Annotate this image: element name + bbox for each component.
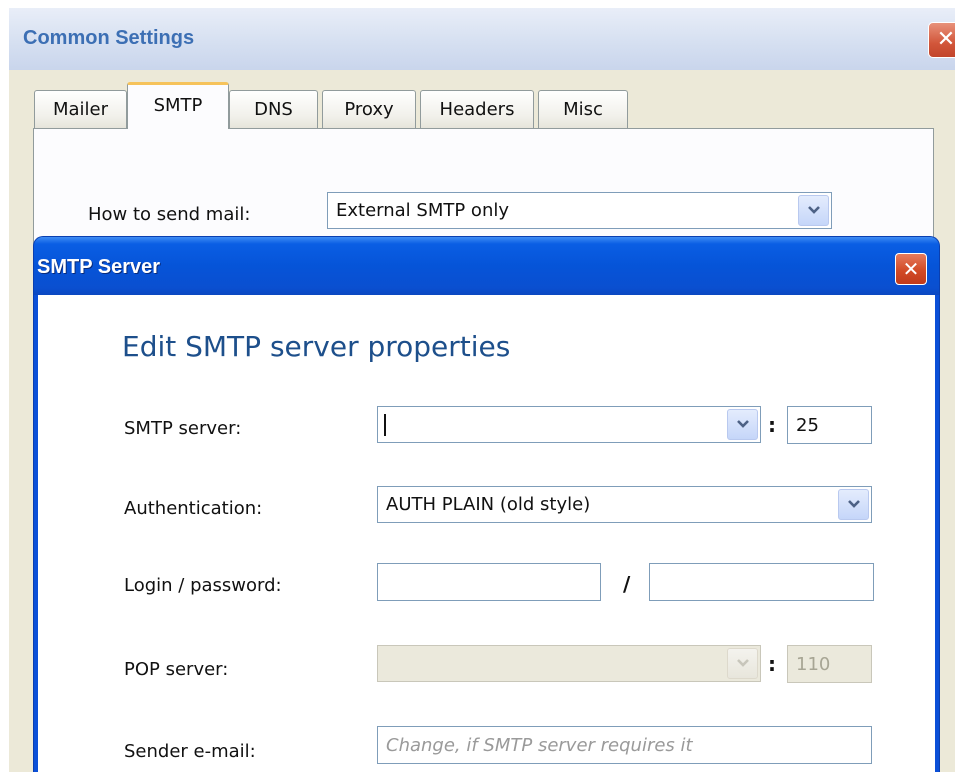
smtp-port-input[interactable]: 25 <box>787 406 872 444</box>
smtp-server-titlebar[interactable]: SMTP Server ✕ <box>34 237 939 295</box>
tab-smtp[interactable]: SMTP <box>127 82 229 129</box>
chevron-down-icon[interactable] <box>798 195 829 226</box>
smtp-server-combo[interactable] <box>377 406 761 443</box>
smtp-server-label: SMTP server: <box>124 418 242 439</box>
close-icon[interactable]: ✕ <box>928 22 955 58</box>
pop-port-input[interactable]: 110 <box>787 645 872 683</box>
tab-headers[interactable]: Headers <box>420 90 534 128</box>
text-caret <box>384 414 386 436</box>
pop-server-label: POP server: <box>124 659 229 680</box>
pop-server-combo[interactable] <box>377 645 761 682</box>
smtp-server-dialog: SMTP Server ✕ Edit SMTP server propertie… <box>34 237 939 772</box>
how-to-send-value: External SMTP only <box>336 200 510 221</box>
password-input[interactable] <box>649 563 874 601</box>
how-to-send-select[interactable]: External SMTP only <box>327 192 832 229</box>
pop-port-separator: : <box>768 652 776 676</box>
close-icon[interactable]: ✕ <box>895 253 927 285</box>
chevron-down-icon[interactable] <box>727 409 758 440</box>
tab-mailer[interactable]: Mailer <box>34 90 127 128</box>
chevron-down-icon[interactable] <box>727 648 758 679</box>
tab-misc[interactable]: Misc <box>538 90 628 128</box>
smtp-server-form: Edit SMTP server properties SMTP server:… <box>38 295 935 772</box>
login-password-label: Login / password: <box>124 575 282 596</box>
login-password-separator: / <box>623 572 631 596</box>
chevron-down-icon[interactable] <box>838 489 869 520</box>
sender-email-label: Sender e-mail: <box>124 741 256 762</box>
smtp-port-value: 25 <box>796 415 819 436</box>
window-title: Common Settings <box>23 27 195 49</box>
how-to-send-label: How to send mail: <box>88 204 251 225</box>
sender-email-input[interactable]: Change, if SMTP server requires it <box>377 726 872 764</box>
authentication-select[interactable]: AUTH PLAIN (old style) <box>377 486 872 523</box>
authentication-value: AUTH PLAIN (old style) <box>386 494 591 515</box>
common-settings-titlebar[interactable]: Common Settings ✕ <box>9 8 955 70</box>
sender-email-placeholder: Change, if SMTP server requires it <box>386 735 693 756</box>
tab-dns[interactable]: DNS <box>229 90 318 128</box>
port-separator: : <box>768 413 776 437</box>
tab-proxy[interactable]: Proxy <box>322 90 416 128</box>
authentication-label: Authentication: <box>124 498 263 519</box>
pop-port-value: 110 <box>796 654 831 675</box>
dialog-heading: Edit SMTP server properties <box>122 330 511 363</box>
login-input[interactable] <box>377 563 601 601</box>
dialog-title: SMTP Server <box>37 256 161 278</box>
